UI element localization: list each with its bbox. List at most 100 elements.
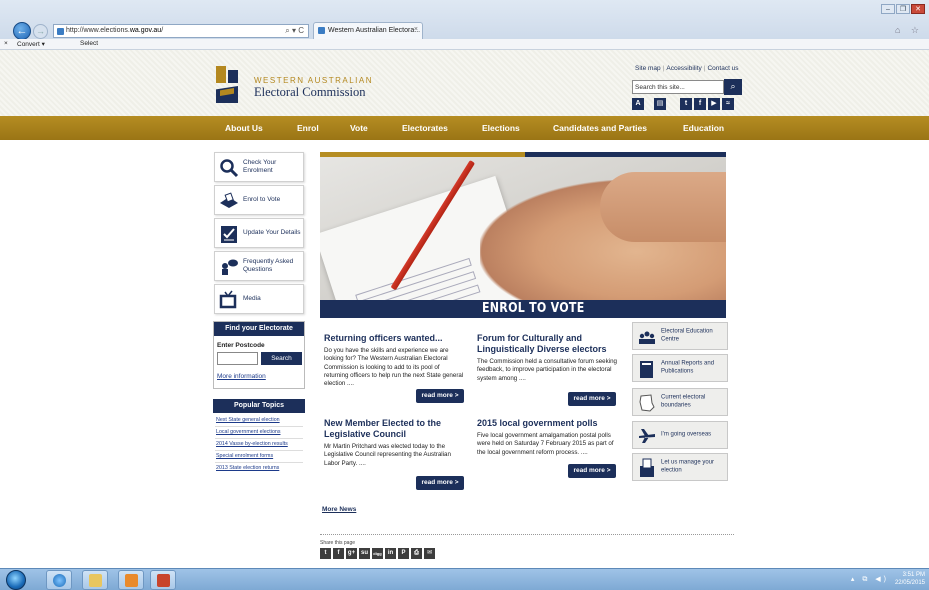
facebook-icon[interactable]: f (694, 98, 706, 110)
find-electorate-panel: Find your Electorate Enter Postcode Sear… (213, 321, 305, 389)
divider (320, 534, 734, 535)
ballot-icon (640, 458, 654, 477)
main-nav: About Us Enrol Vote Electorates Election… (0, 116, 929, 140)
clock[interactable]: 3:51 PM 22/05/2015 (895, 572, 925, 588)
site-search-input[interactable]: Search this site... (632, 80, 724, 94)
site-header: WESTERN AUSTRALIAN Electoral Commission (0, 50, 929, 116)
hero-title: ENROL TO VOTE (482, 301, 585, 316)
read-more-button[interactable]: read more > (416, 476, 464, 490)
start-button-icon[interactable] (6, 570, 26, 590)
popular-topic-link[interactable]: 2013 State election returns (216, 465, 279, 471)
right-card-manage-election[interactable]: Let us manage your election (632, 453, 728, 481)
sidebar-label: Update Your Details (243, 228, 301, 236)
news-body: The Commission held a consultative forum… (477, 358, 617, 382)
logo-text-line2[interactable]: Electoral Commission (254, 85, 365, 100)
ballot-box-icon (220, 192, 238, 208)
address-bar-icons[interactable]: ⌕ ▾ C (285, 26, 304, 36)
site-map-link[interactable]: Site map (634, 65, 662, 72)
postcode-search-button[interactable]: Search (261, 352, 302, 365)
explorer-taskbar-icon[interactable] (82, 570, 108, 590)
nav-enrol[interactable]: Enrol (297, 123, 319, 133)
sidebar-check-enrolment[interactable]: Check Your Enrolment (214, 152, 304, 182)
read-more-button[interactable]: read more > (416, 389, 464, 403)
pinterest-share-icon[interactable]: P (398, 548, 409, 559)
twitter-share-icon[interactable]: t (320, 548, 331, 559)
browser-tab[interactable]: Western Australian Electora... × (313, 22, 423, 39)
sidebar-update-details[interactable]: Update Your Details (214, 218, 304, 248)
nav-about-us[interactable]: About Us (225, 123, 263, 133)
search-icon[interactable]: ⌕ (724, 79, 742, 95)
minimize-button[interactable]: – (881, 4, 895, 14)
outlook-taskbar-icon[interactable] (118, 570, 144, 590)
print-share-icon[interactable]: ⎙ (411, 548, 422, 559)
more-news-link[interactable]: More News (322, 506, 356, 513)
postcode-input[interactable] (217, 352, 258, 365)
window-controls: – ❐ ✕ (880, 4, 925, 14)
right-card-annual-reports[interactable]: Annual Reports and Publications (632, 354, 728, 382)
sidebar-enrol-to-vote[interactable]: Enrol to Vote (214, 185, 304, 215)
news-body: Mr Martin Pritchard was elected today to… (324, 443, 451, 467)
rss-icon[interactable]: ≈ (722, 98, 734, 110)
magnifier-icon (220, 159, 239, 178)
popular-topic-link[interactable]: 2014 Vasse by-election results (216, 441, 288, 447)
clock-time: 3:51 PM (902, 572, 925, 578)
twitter-icon[interactable]: t (680, 98, 692, 110)
news-title[interactable]: Returning officers wanted... (324, 333, 464, 344)
select-button[interactable]: Select (80, 40, 98, 47)
news-title[interactable]: Forum for Culturally and Linguistically … (477, 333, 622, 355)
read-more-button[interactable]: read more > (568, 392, 616, 406)
digg-share-icon[interactable]: digg (372, 548, 383, 559)
book-icon (640, 361, 653, 378)
nav-elections[interactable]: Elections (482, 123, 520, 133)
cmdbar-close-icon[interactable]: × (4, 40, 8, 47)
back-button-icon[interactable]: ← (13, 22, 31, 40)
powerpoint-taskbar-icon[interactable] (150, 570, 176, 590)
nav-electorates[interactable]: Electorates (402, 123, 448, 133)
home-favorites-icons[interactable]: ⌂ ☆ (895, 25, 923, 36)
read-more-button[interactable]: read more > (568, 464, 616, 478)
popular-topic-link[interactable]: Local government elections (216, 429, 280, 435)
right-card-overseas[interactable]: I'm going overseas (632, 421, 728, 449)
linkedin-share-icon[interactable]: in (385, 548, 396, 559)
sidebar-media[interactable]: Media (214, 284, 304, 314)
favicon-icon (57, 28, 64, 35)
nav-candidates-and-parties[interactable]: Candidates and Parties (553, 123, 647, 133)
contact-us-link[interactable]: Contact us (706, 65, 739, 72)
googleplus-share-icon[interactable]: g+ (346, 548, 357, 559)
more-information-link[interactable]: More information (217, 373, 266, 380)
print-icon[interactable]: ▤ (654, 98, 666, 110)
popular-topic-link[interactable]: Special enrolment forms (216, 453, 273, 459)
close-window-button[interactable]: ✕ (911, 4, 925, 14)
logo-text-line1[interactable]: WESTERN AUSTRALIAN (254, 76, 373, 85)
hero-banner[interactable]: ENROL TO VOTE (320, 152, 726, 318)
address-bar[interactable]: http://www.elections.wa.gov.au/ ⌕ ▾ C (53, 24, 309, 38)
accessibility-link[interactable]: Accessibility (665, 65, 702, 72)
tab-close-icon[interactable]: × (414, 26, 418, 33)
news-title[interactable]: New Member Elected to the Legislative Co… (324, 418, 464, 440)
sidebar-faq[interactable]: Frequently Asked Questions (214, 251, 304, 281)
restore-button[interactable]: ❐ (896, 4, 910, 14)
stumbleupon-share-icon[interactable]: su (359, 548, 370, 559)
facebook-share-icon[interactable]: f (333, 548, 344, 559)
popular-topic-link[interactable]: Next State general election (216, 417, 280, 423)
right-card-label: Annual Reports and Publications (661, 360, 715, 375)
nav-vote[interactable]: Vote (350, 123, 368, 133)
utility-links: Site map | Accessibility | Contact us (634, 65, 739, 72)
popular-topics-title: Popular Topics (213, 399, 305, 413)
address-text: http://www.elections.wa.gov.au/ (66, 27, 164, 34)
waec-logo-icon[interactable] (216, 66, 240, 104)
command-bar: × Convert ▾ Select (0, 39, 929, 50)
system-tray-icons[interactable]: ▴ ⧉ ◀) (851, 575, 889, 584)
news-title[interactable]: 2015 local government polls (477, 418, 622, 429)
forward-button-icon[interactable]: → (33, 24, 48, 39)
text-size-icon[interactable]: A (632, 98, 644, 110)
right-card-education-centre[interactable]: Electoral Education Centre (632, 322, 728, 350)
sidebar-label: Frequently Asked Questions (243, 257, 294, 273)
right-card-boundaries[interactable]: Current electoral boundaries (632, 388, 728, 416)
email-share-icon[interactable]: ✉ (424, 548, 435, 559)
youtube-icon[interactable]: ▶ (708, 98, 720, 110)
convert-button[interactable]: Convert ▾ (17, 40, 45, 48)
ie-taskbar-icon[interactable] (46, 570, 72, 590)
nav-education[interactable]: Education (683, 123, 724, 133)
checklist-icon (221, 226, 237, 243)
